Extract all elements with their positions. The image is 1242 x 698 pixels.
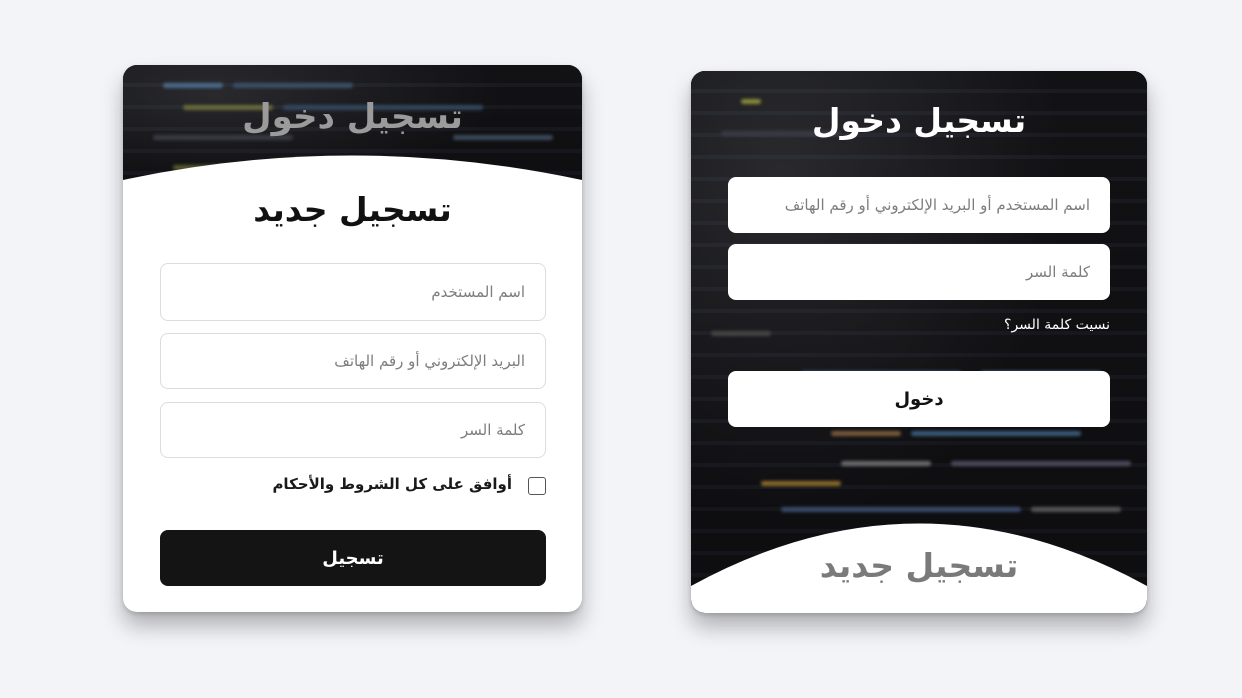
email-phone-field[interactable]: البريد الإلكتروني أو رقم الهاتف — [160, 333, 546, 389]
login-password-placeholder: كلمة السر — [1026, 263, 1090, 281]
code-line-decoration — [841, 461, 931, 466]
forgot-password-link[interactable]: نسيت كلمة السر؟ — [1004, 317, 1110, 333]
code-line-decoration — [761, 481, 841, 486]
terms-checkbox[interactable] — [528, 477, 546, 495]
password-placeholder: كلمة السر — [461, 421, 525, 439]
username-field[interactable]: اسم المستخدم — [160, 263, 546, 321]
login-identifier-placeholder: اسم المستخدم أو البريد الإلكتروني أو رقم… — [784, 196, 1090, 214]
code-line-decoration — [831, 431, 901, 436]
terms-label: أوافق على كل الشروط والأحكام — [272, 475, 512, 493]
login-submit-button[interactable]: دخول — [728, 371, 1110, 427]
register-card: تسجيل دخول تسجيل جديد اسم المستخدم البري… — [123, 65, 582, 612]
email-phone-placeholder: البريد الإلكتروني أو رقم الهاتف — [334, 352, 525, 370]
register-submit-button[interactable]: تسجيل — [160, 530, 546, 586]
code-line-decoration — [911, 431, 1081, 436]
code-line-decoration — [163, 83, 223, 88]
register-title: تسجيل جديد — [253, 190, 452, 229]
password-field[interactable]: كلمة السر — [160, 402, 546, 458]
login-card: تسجيل دخول اسم المستخدم أو البريد الإلكت… — [691, 71, 1147, 613]
code-line-decoration — [711, 331, 771, 336]
login-identifier-field[interactable]: اسم المستخدم أو البريد الإلكتروني أو رقم… — [728, 177, 1110, 233]
login-footer-register-title[interactable]: تسجيل جديد — [691, 546, 1147, 585]
code-line-decoration — [233, 83, 353, 88]
register-card-header-title[interactable]: تسجيل دخول — [123, 97, 582, 137]
login-password-field[interactable]: كلمة السر — [728, 244, 1110, 300]
code-line-decoration — [951, 461, 1131, 466]
username-placeholder: اسم المستخدم — [431, 283, 525, 301]
login-title: تسجيل دخول — [811, 101, 1027, 140]
